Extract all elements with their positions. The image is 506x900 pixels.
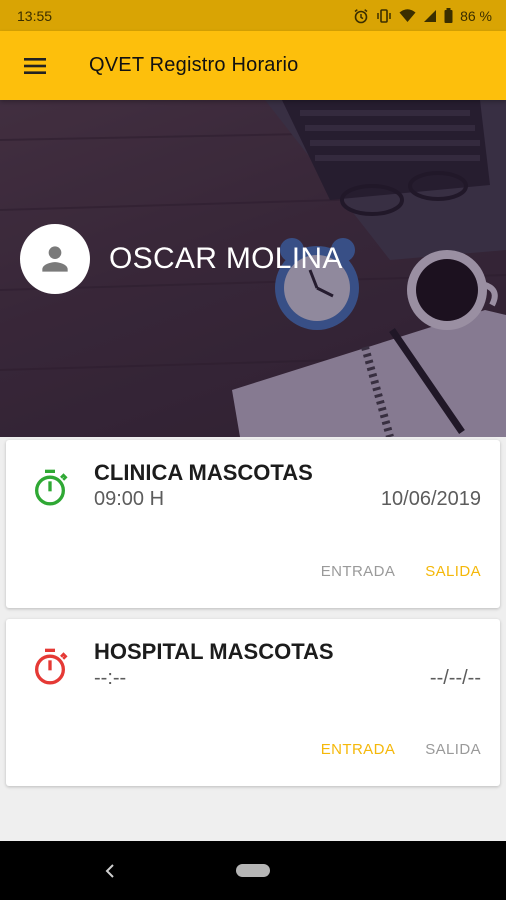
battery-icon: [444, 8, 453, 23]
stopwatch-icon: [35, 469, 68, 506]
user-name: OSCAR MOLINA: [109, 242, 343, 275]
menu-icon: [24, 57, 46, 74]
alarm-icon: [353, 8, 369, 24]
avatar: [20, 224, 90, 294]
record-date: --/--/--: [429, 667, 481, 689]
vibrate-icon: [376, 8, 392, 24]
home-button[interactable]: [236, 864, 270, 877]
app-title: QVET Registro Horario: [89, 54, 299, 76]
record-actions: ENTRADA SALIDA: [321, 563, 481, 580]
status-bar: 13:55 86 %: [0, 0, 506, 31]
record-date: 10/06/2019: [380, 488, 481, 510]
entrada-button[interactable]: ENTRADA: [321, 563, 395, 580]
system-nav-bar: [0, 841, 506, 900]
place-name: HOSPITAL MASCOTAS: [94, 639, 334, 664]
stopwatch-icon: [35, 648, 68, 685]
entrada-button[interactable]: ENTRADA: [321, 741, 395, 758]
person-icon: [42, 246, 68, 272]
menu-button[interactable]: [17, 48, 53, 84]
app-bar: QVET Registro Horario: [0, 31, 506, 100]
back-button[interactable]: [101, 861, 119, 881]
record-actions: ENTRADA SALIDA: [321, 741, 481, 758]
record-card-hospital: HOSPITAL MASCOTAS --:-- --/--/-- ENTRADA…: [6, 619, 500, 786]
signal-icon: [423, 9, 437, 23]
status-icons: 86 %: [353, 8, 492, 24]
battery-percent: 86 %: [460, 7, 492, 24]
record-time: 09:00 H: [94, 488, 165, 510]
salida-button[interactable]: SALIDA: [425, 741, 481, 758]
place-name: CLINICA MASCOTAS: [94, 460, 313, 485]
record-card-clinica: CLINICA MASCOTAS 09:00 H 10/06/2019 ENTR…: [6, 440, 500, 608]
record-time: --:--: [94, 667, 127, 689]
wifi-icon: [399, 8, 416, 23]
status-time: 13:55: [17, 7, 53, 24]
salida-button[interactable]: SALIDA: [425, 563, 481, 580]
back-icon: [105, 864, 114, 878]
profile-header: OSCAR MOLINA: [0, 100, 506, 437]
